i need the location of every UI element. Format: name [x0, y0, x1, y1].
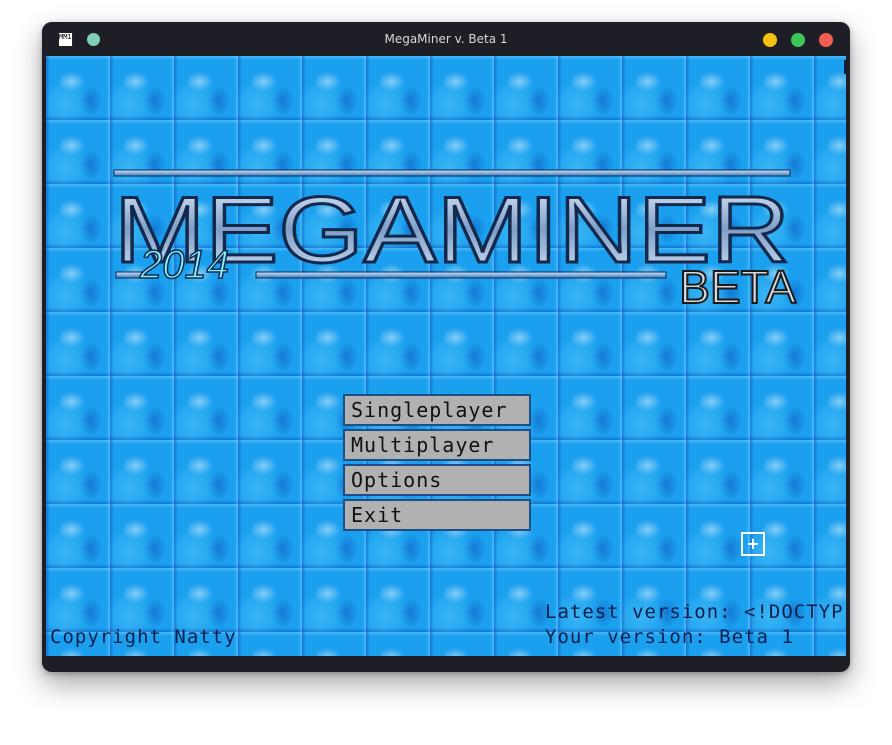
logo-top-bar	[113, 169, 791, 177]
title-bar[interactable]: MM14 MegaMiner v. Beta 1	[42, 22, 850, 56]
main-menu: Singleplayer Multiplayer Options Exit	[343, 394, 531, 534]
multiplayer-button[interactable]: Multiplayer	[343, 429, 531, 461]
maximize-button[interactable]	[791, 33, 805, 47]
options-button[interactable]: Options	[343, 464, 531, 496]
logo-tag-text: BETA	[679, 261, 796, 306]
plus-button[interactable]: +	[741, 532, 765, 556]
latest-version-text: Latest version: <!DOCTYP	[545, 601, 844, 623]
logo-bottom-bar	[255, 271, 667, 279]
edge-marker	[844, 60, 846, 74]
singleplayer-button[interactable]: Singleplayer	[343, 394, 531, 426]
main-menu-screen: MEGAMINER 2014 BETA Singleplayer Multipl…	[46, 56, 846, 656]
game-window: MM14 MegaMiner v. Beta 1 MEGAMINER	[42, 22, 850, 672]
your-version-text: Your version: Beta 1	[545, 626, 794, 648]
copyright-text: Copyright Natty	[50, 626, 237, 648]
game-logo: MEGAMINER 2014 BETA	[113, 169, 797, 306]
close-button[interactable]	[819, 33, 833, 47]
minimize-button[interactable]	[763, 33, 777, 47]
exit-button[interactable]: Exit	[343, 499, 531, 531]
window-title: MegaMiner v. Beta 1	[384, 32, 508, 46]
logo-year-text: 2014	[139, 243, 229, 287]
